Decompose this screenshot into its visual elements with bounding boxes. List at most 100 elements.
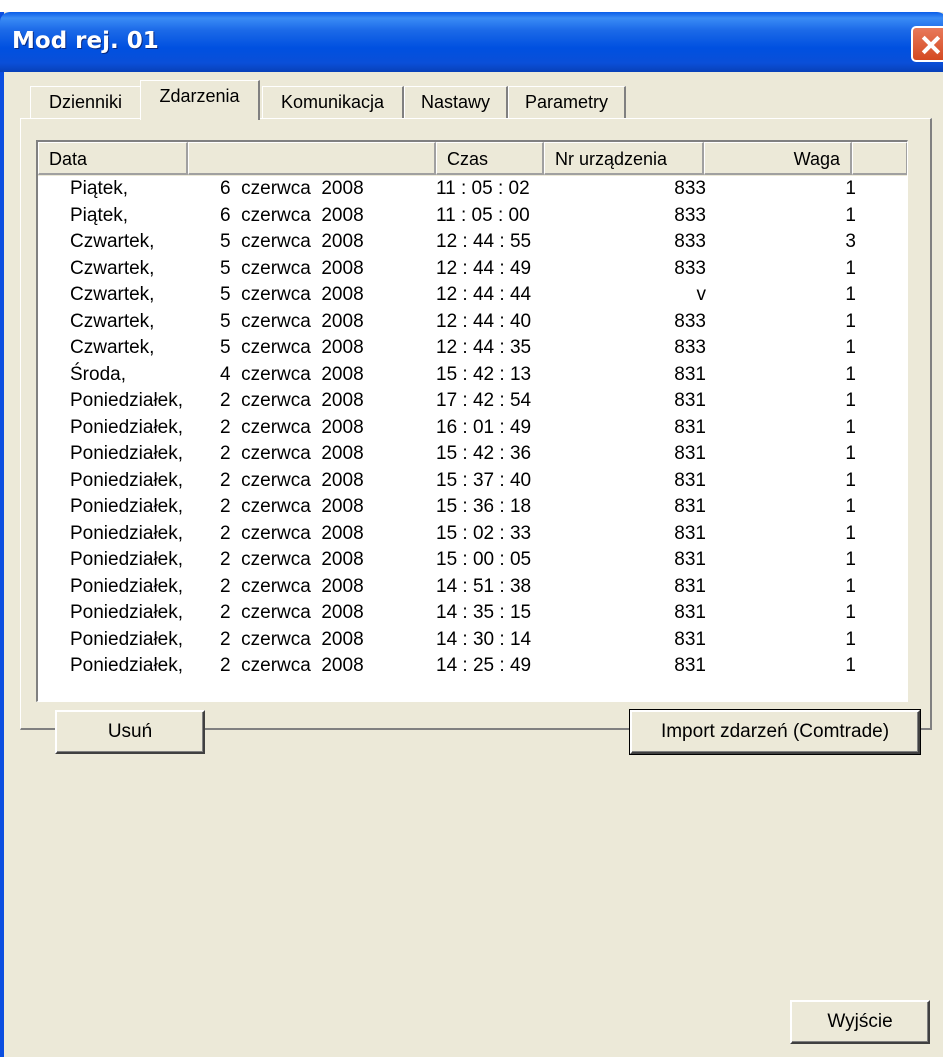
cell-device-number: 831 xyxy=(674,522,706,544)
cell-weight: 1 xyxy=(845,284,856,305)
cell-time: 16 : 01 : 49 xyxy=(436,416,532,438)
tab-dzienniki[interactable]: Dzienniki xyxy=(30,86,140,118)
cell-day: Poniedziałek, xyxy=(70,390,184,411)
import-button[interactable]: Import zdarzeń (Comtrade) xyxy=(629,709,921,755)
cell-day: Poniedziałek, xyxy=(70,496,184,517)
tab-label: Komunikacja xyxy=(280,92,385,112)
cell-device-number: 831 xyxy=(674,549,706,570)
list-header: Data Czas Nr urządzenia Waga xyxy=(38,142,907,176)
cell-time: 14 : 35 : 15 xyxy=(436,602,532,623)
cell-device-number: 831 xyxy=(674,416,706,438)
table-row[interactable]: Poniedziałek, 2 czerwca 2008 17 : 42 : 54 8… xyxy=(38,388,907,415)
cell-date: 2 czerwca 2008 xyxy=(220,416,364,438)
cell-time: 14 : 25 : 49 xyxy=(436,655,532,676)
cell-date: 2 czerwca 2008 xyxy=(220,496,364,517)
cell-weight: 1 xyxy=(845,496,856,517)
cell-time: 12 : 44 : 49 xyxy=(436,257,532,279)
table-row[interactable]: Czwartek, 5 czerwca 2008 12 : 44 : 49 833 1 xyxy=(38,256,907,283)
tab-parametry[interactable]: Parametry xyxy=(508,86,626,118)
cell-date: 2 czerwca 2008 xyxy=(220,602,364,623)
cell-weight: 1 xyxy=(845,549,856,570)
column-header-nr-urzadzenia[interactable]: Nr urządzenia xyxy=(544,142,704,175)
table-row[interactable]: Poniedziałek, 2 czerwca 2008 15 : 37 : 40 8… xyxy=(38,468,907,495)
table-row[interactable]: Poniedziałek, 2 czerwca 2008 14 : 51 : 38 8… xyxy=(38,574,907,601)
table-row[interactable]: Piątek, 6 czerwca 2008 11 : 05 : 00 833 1 xyxy=(38,203,907,230)
tab-label: Dzienniki xyxy=(48,92,123,112)
cell-day: Czwartek, xyxy=(70,231,155,252)
cell-day: Czwartek, xyxy=(70,284,155,305)
table-row[interactable]: Poniedziałek, 2 czerwca 2008 14 : 25 : 49 8… xyxy=(38,653,907,680)
tab-zdarzenia[interactable]: Zdarzenia xyxy=(140,80,260,120)
cell-day: Czwartek, xyxy=(70,310,155,332)
cell-date: 2 czerwca 2008 xyxy=(220,628,364,650)
column-header-czas[interactable]: Czas xyxy=(436,142,544,175)
cell-date: 4 czerwca 2008 xyxy=(220,363,364,385)
cell-time: 12 : 44 : 44 xyxy=(436,284,532,305)
table-row[interactable]: Czwartek, 5 czerwca 2008 12 : 44 : 55 833 3 xyxy=(38,229,907,256)
column-header-blank[interactable] xyxy=(188,142,436,175)
title-bar[interactable]: Mod rej. 01 xyxy=(0,12,943,72)
cell-date: 5 czerwca 2008 xyxy=(220,231,364,252)
cell-time: 17 : 42 : 54 xyxy=(436,390,532,411)
cell-time: 15 : 37 : 40 xyxy=(436,469,532,491)
table-row[interactable]: Poniedziałek, 2 czerwca 2008 14 : 30 : 14 8… xyxy=(38,627,907,654)
cell-weight: 3 xyxy=(845,231,856,252)
events-list[interactable]: Data Czas Nr urządzenia Waga Piątek, 6 cz… xyxy=(36,140,908,702)
cell-day: Poniedziałek, xyxy=(70,655,184,676)
cell-weight: 1 xyxy=(845,310,856,332)
cell-time: 11 : 05 : 02 xyxy=(436,178,530,199)
cell-weight: 1 xyxy=(845,602,856,623)
exit-button[interactable]: Wyjście xyxy=(790,1000,930,1044)
cell-time: 15 : 02 : 33 xyxy=(436,522,532,544)
cell-time: 15 : 00 : 05 xyxy=(436,549,532,570)
table-row[interactable]: Poniedziałek, 2 czerwca 2008 16 : 01 : 49 8… xyxy=(38,415,907,442)
cell-date: 5 czerwca 2008 xyxy=(220,257,364,279)
table-row[interactable]: Czwartek, 5 czerwca 2008 12 : 44 : 44 v 1 xyxy=(38,282,907,309)
table-row[interactable]: Środa, 4 czerwca 2008 15 : 42 : 13 831 1 xyxy=(38,362,907,389)
cell-time: 12 : 44 : 35 xyxy=(436,337,532,358)
cell-day: Poniedziałek, xyxy=(70,443,184,464)
delete-button[interactable]: Usuń xyxy=(55,710,205,754)
table-row[interactable]: Poniedziałek, 2 czerwca 2008 15 : 42 : 36 8… xyxy=(38,441,907,468)
cell-weight: 1 xyxy=(845,178,856,199)
cell-device-number: 831 xyxy=(674,575,706,597)
cell-day: Poniedziałek, xyxy=(70,549,184,570)
table-row[interactable]: Piątek, 6 czerwca 2008 11 : 05 : 02 833 1 xyxy=(38,176,907,203)
table-row[interactable]: Czwartek, 5 czerwca 2008 12 : 44 : 35 833 1 xyxy=(38,335,907,362)
column-header-data[interactable]: Data xyxy=(38,142,188,175)
cell-weight: 1 xyxy=(845,655,856,676)
table-row[interactable]: Poniedziałek, 2 czerwca 2008 15 : 02 : 33 8… xyxy=(38,521,907,548)
table-row[interactable]: Poniedziałek, 2 czerwca 2008 15 : 00 : 05 8… xyxy=(38,547,907,574)
table-row[interactable]: Poniedziałek, 2 czerwca 2008 15 : 36 : 18 8… xyxy=(38,494,907,521)
cell-day: Poniedziałek, xyxy=(70,416,184,438)
tab-nastawy[interactable]: Nastawy xyxy=(404,86,508,118)
tab-komunikacja[interactable]: Komunikacja xyxy=(262,86,404,118)
cell-weight: 1 xyxy=(845,522,856,544)
table-row[interactable]: Poniedziałek, 2 czerwca 2008 14 : 35 : 15 8… xyxy=(38,600,907,627)
cell-time: 15 : 42 : 36 xyxy=(436,443,532,464)
cell-date: 5 czerwca 2008 xyxy=(220,310,364,332)
cell-time: 14 : 51 : 38 xyxy=(436,575,532,597)
cell-device-number: 833 xyxy=(674,204,706,226)
table-row[interactable]: Czwartek, 5 czerwca 2008 12 : 44 : 40 833 1 xyxy=(38,309,907,336)
cell-device-number: 831 xyxy=(674,628,706,650)
cell-time: 11 : 05 : 00 xyxy=(436,204,530,226)
cell-date: 2 czerwca 2008 xyxy=(220,655,364,676)
close-icon[interactable] xyxy=(911,26,943,62)
cell-weight: 1 xyxy=(845,416,856,438)
cell-weight: 1 xyxy=(845,575,856,597)
cell-date: 6 czerwca 2008 xyxy=(220,204,364,226)
cell-weight: 1 xyxy=(845,204,856,226)
cell-device-number: v xyxy=(696,284,707,305)
cell-day: Poniedziałek, xyxy=(70,469,184,491)
cell-day: Poniedziałek, xyxy=(70,575,184,597)
cell-time: 12 : 44 : 55 xyxy=(436,231,532,252)
column-header-waga[interactable]: Waga xyxy=(704,142,852,175)
cell-time: 12 : 44 : 40 xyxy=(436,310,532,332)
cell-time: 14 : 30 : 14 xyxy=(436,628,532,650)
cell-device-number: 833 xyxy=(674,257,706,279)
cell-weight: 1 xyxy=(845,628,856,650)
cell-device-number: 831 xyxy=(674,390,706,411)
list-rows: Piątek, 6 czerwca 2008 11 : 05 : 02 833 1 Pią… xyxy=(38,176,907,680)
cell-device-number: 833 xyxy=(674,231,706,252)
